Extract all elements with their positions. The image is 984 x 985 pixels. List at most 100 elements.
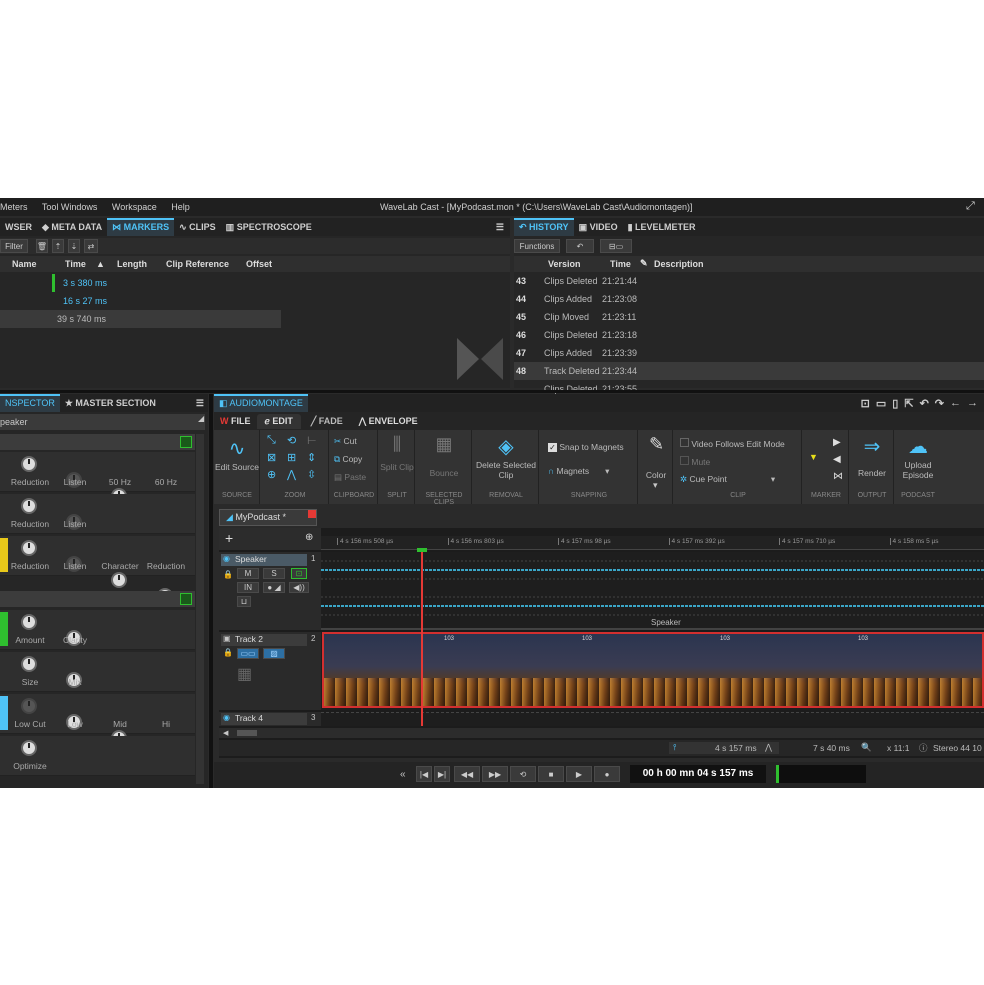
collapse-icon[interactable]: «: [400, 769, 406, 780]
stop-icon[interactable]: ■: [538, 766, 564, 782]
copy-button[interactable]: ⧉ Copy: [334, 454, 362, 465]
history-row[interactable]: 45 Clip Moved 21:23:11: [514, 308, 984, 326]
marker-range-icon[interactable]: ⋈: [833, 468, 843, 485]
horizontal-scrollbar[interactable]: ◀: [219, 728, 984, 738]
go-start-icon[interactable]: |◀: [416, 766, 432, 782]
chevron-down-icon[interactable]: ▾: [653, 480, 658, 491]
cue-point-dropdown[interactable]: ✲ Cue Point ▾: [680, 474, 775, 485]
move-down-icon[interactable]: ⇣: [68, 239, 80, 253]
menu-help[interactable]: Help: [171, 202, 190, 212]
edit-source-button[interactable]: Edit Source: [214, 462, 260, 472]
power-toggle-icon[interactable]: [180, 593, 192, 605]
prev-marker-icon[interactable]: ◀: [833, 451, 843, 468]
fast-forward-icon[interactable]: ▶▶: [482, 766, 508, 782]
menu-workspace[interactable]: Workspace: [112, 202, 157, 212]
menu-tool-windows[interactable]: Tool Windows: [42, 202, 98, 212]
audio-format[interactable]: Stereo 44 10: [933, 743, 982, 753]
cut-button[interactable]: ✂ Cut: [334, 436, 357, 447]
zoom-wave-icon[interactable]: ⊞: [287, 451, 307, 464]
col-length[interactable]: Length: [117, 259, 147, 269]
knob[interactable]: [21, 698, 37, 714]
record-arm-icon[interactable]: ⊡: [291, 568, 307, 579]
undo-icon[interactable]: ↶: [920, 397, 929, 410]
lock-icon[interactable]: 🔒: [223, 570, 233, 579]
new-icon[interactable]: ⊡: [861, 397, 870, 410]
open-icon[interactable]: ▭: [876, 397, 886, 410]
undo-icon[interactable]: ↶: [566, 239, 594, 253]
col-version[interactable]: Version: [548, 259, 581, 269]
record-icon[interactable]: ●: [594, 766, 620, 782]
export-icon[interactable]: ⇱: [904, 397, 913, 410]
knob[interactable]: [21, 614, 37, 630]
bounce-button[interactable]: Bounce: [416, 468, 472, 478]
col-time[interactable]: Time: [65, 259, 86, 269]
solo-button[interactable]: S: [263, 568, 285, 579]
scroll-left-icon[interactable]: ◀: [223, 729, 228, 737]
tab-master-section[interactable]: ★ MASTER SECTION: [60, 394, 161, 412]
scroll-thumb[interactable]: [237, 730, 257, 736]
power-toggle-icon[interactable]: [180, 436, 192, 448]
upload-episode-button[interactable]: Upload Episode: [895, 460, 941, 480]
inspector-scrollbar[interactable]: [196, 434, 204, 784]
zoom-vertical-icon[interactable]: ⇕: [307, 451, 327, 464]
track-name-speaker[interactable]: Speaker: [221, 554, 307, 566]
col-time[interactable]: Time: [610, 259, 631, 269]
time-display[interactable]: 00 h 00 mn 04 s 157 ms: [630, 765, 766, 783]
track-name-track4[interactable]: Track 4: [221, 713, 307, 725]
back-arrow-icon[interactable]: ←: [950, 397, 961, 410]
panel-menu-icon[interactable]: ☰: [196, 398, 204, 409]
open-folder-icon[interactable]: ⊟▭: [600, 239, 632, 253]
volume-icon[interactable]: ◀)): [289, 582, 309, 593]
knob[interactable]: [21, 540, 37, 556]
zoom-selection-icon[interactable]: ⊕: [267, 468, 287, 481]
zoom-in-icon[interactable]: ⤡: [267, 434, 287, 447]
functions-button[interactable]: Functions: [514, 239, 560, 253]
link-icon[interactable]: ⇄: [84, 239, 98, 253]
tab-markers[interactable]: ⋈ MARKERS: [107, 218, 175, 236]
menu-meters[interactable]: Meters: [0, 202, 28, 212]
marker-row[interactable]: 16 s 27 ms: [55, 292, 115, 310]
move-up-icon[interactable]: ⇡: [52, 239, 64, 253]
zoom-out-icon[interactable]: ⟲: [287, 434, 307, 447]
marker-dropdown-icon[interactable]: ▼: [809, 452, 818, 462]
tab-levelmeter[interactable]: ▮ LEVELMETER: [623, 218, 701, 236]
tab-inspector[interactable]: NSPECTOR: [0, 394, 60, 412]
play-icon[interactable]: ▶: [566, 766, 592, 782]
zoom-height-icon[interactable]: ⇳: [307, 468, 327, 481]
snap-checkbox[interactable]: ✓ Snap to Magnets: [548, 442, 624, 452]
marker-row[interactable]: 3 s 380 ms: [52, 274, 112, 292]
split-clip-button[interactable]: Split Clip: [379, 462, 415, 472]
marker-row-selected[interactable]: 39 s 740 ms: [0, 310, 281, 328]
tab-browser[interactable]: WSER: [0, 218, 37, 236]
history-row[interactable]: 47 Clips Added 21:23:39: [514, 344, 984, 362]
history-row[interactable]: 46 Clips Deleted 21:23:18: [514, 326, 984, 344]
cursor-handle[interactable]: [417, 548, 427, 552]
tab-video[interactable]: ▣ VIDEO: [574, 218, 623, 236]
mute-button[interactable]: M: [237, 568, 259, 579]
playback-cursor[interactable]: [421, 548, 423, 726]
paste-button[interactable]: ▤ Paste: [334, 472, 366, 483]
zoom-cursor-icon[interactable]: ⊢: [307, 434, 327, 447]
tab-history[interactable]: ↶ HISTORY: [514, 218, 574, 236]
loop-icon[interactable]: ⟲: [510, 766, 536, 782]
video-mode-icon[interactable]: ▭▭: [237, 648, 259, 659]
history-row-selected[interactable]: 48 Track Deleted 21:23:44: [514, 362, 984, 380]
panel-menu-icon[interactable]: ☰: [496, 222, 504, 233]
thumbnail-mode-icon[interactable]: ▨: [263, 648, 285, 659]
track-name-field[interactable]: peaker: [0, 414, 205, 430]
track-name-track2[interactable]: Track 2: [221, 634, 307, 646]
col-description[interactable]: Description: [654, 259, 704, 269]
history-row[interactable]: 43 Clips Deleted 21:21:44: [514, 272, 984, 290]
render-button[interactable]: Render: [850, 468, 894, 478]
mute-checkbox[interactable]: Mute: [680, 456, 710, 467]
knob[interactable]: [21, 656, 37, 672]
tab-spectroscope[interactable]: ▥ SPECTROSCOPE: [221, 218, 317, 236]
length-value[interactable]: 7 s 40 ms: [813, 743, 850, 753]
next-marker-icon[interactable]: ▶: [833, 434, 843, 451]
zoom-fit-icon[interactable]: ⊠: [267, 451, 287, 464]
add-track-icon[interactable]: +: [225, 530, 233, 546]
rewind-icon[interactable]: ◀◀: [454, 766, 480, 782]
routing-icon[interactable]: ⊔: [237, 596, 251, 607]
col-offset[interactable]: Offset: [246, 259, 272, 269]
tab-file[interactable]: W FILE: [214, 416, 257, 426]
